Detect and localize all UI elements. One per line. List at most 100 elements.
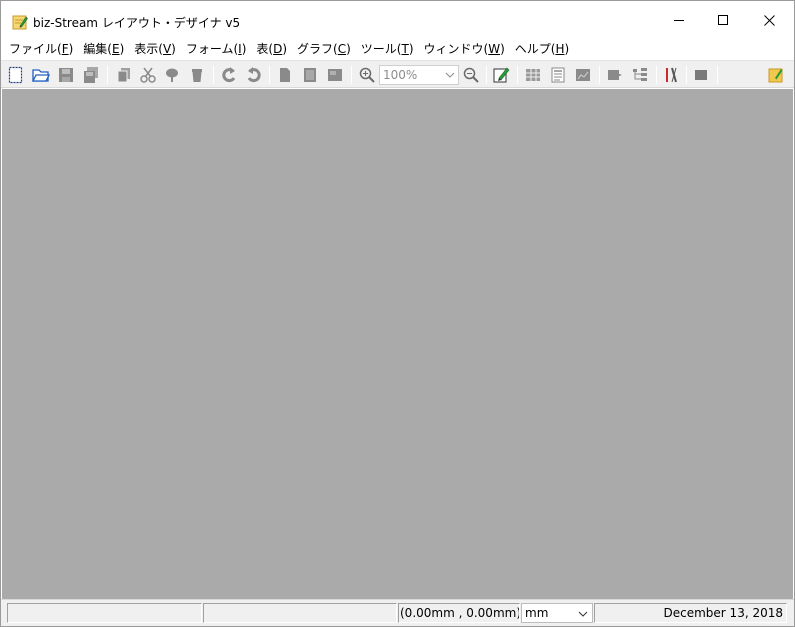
menu-form[interactable]: フォーム(I) xyxy=(181,40,252,59)
close-icon xyxy=(763,14,775,26)
stop-icon xyxy=(695,70,707,80)
toolbar-separator xyxy=(107,66,108,84)
zoom-in-button[interactable] xyxy=(357,65,377,85)
table-icon xyxy=(526,69,540,81)
menu-file-label: ファイル( xyxy=(9,42,62,56)
close-button[interactable] xyxy=(746,1,792,39)
cut-button[interactable] xyxy=(138,65,158,85)
zoom-select[interactable]: 100% xyxy=(379,65,459,85)
menu-tools[interactable]: ツール(T) xyxy=(356,40,419,59)
menu-file-accelerator: F xyxy=(61,42,69,56)
tools-button[interactable] xyxy=(661,65,681,85)
title-bar[interactable]: biz-Stream レイアウト・デザイナ v5 xyxy=(1,1,794,39)
shape-icon xyxy=(608,70,622,80)
text-block-button[interactable] xyxy=(548,65,568,85)
page-setup-icon xyxy=(304,68,316,82)
menu-edit-accelerator: E xyxy=(111,42,120,56)
menu-form-tail: ) xyxy=(241,42,247,56)
page-layout-button[interactable] xyxy=(325,65,345,85)
status-date: December 13, 2018 xyxy=(594,603,787,623)
chevron-down-icon xyxy=(444,69,456,84)
zoom-out-icon xyxy=(463,67,479,83)
minimize-button[interactable] xyxy=(656,1,702,39)
unit-value: mm xyxy=(525,606,549,620)
menu-window-label: ウィンドウ( xyxy=(423,42,489,56)
menu-view-tail: ) xyxy=(171,42,176,56)
app-icon xyxy=(12,14,28,30)
redo-button[interactable] xyxy=(244,65,264,85)
menu-window-tail: ) xyxy=(500,42,505,56)
status-panel-2 xyxy=(203,603,397,623)
chevron-down-icon xyxy=(577,607,589,625)
menu-tools-accelerator: T xyxy=(401,42,409,56)
page-layout-icon xyxy=(328,69,342,81)
toolbar-separator xyxy=(599,66,600,84)
menu-bar: ファイル(F) 編集(E) 表示(V) フォーム(I) 表(D) グラフ(C) … xyxy=(1,39,794,60)
menu-file[interactable]: ファイル(F) xyxy=(4,40,78,59)
menu-form-label: フォーム( xyxy=(185,42,239,56)
app-window: biz-Stream レイアウト・デザイナ v5 ファイル(F) 編集(E) 表… xyxy=(0,0,795,627)
table-button[interactable] xyxy=(523,65,543,85)
tools-icon xyxy=(666,67,677,83)
menu-view[interactable]: 表示(V) xyxy=(129,40,181,59)
save-all-icon xyxy=(84,67,98,83)
menu-help-tail: ) xyxy=(564,42,570,56)
undo-icon xyxy=(222,67,236,83)
open-folder-icon xyxy=(32,69,50,82)
menu-help[interactable]: ヘルプ(H) xyxy=(510,40,574,59)
paste-icon xyxy=(166,68,178,82)
maximize-icon xyxy=(717,14,728,25)
menu-graph-label: グラフ( xyxy=(297,42,338,56)
menu-table[interactable]: 表(D) xyxy=(251,40,292,59)
tree-button[interactable] xyxy=(630,65,650,85)
maximize-button[interactable] xyxy=(700,1,746,39)
delete-button[interactable] xyxy=(187,65,207,85)
cursor-coordinates: (0.00mm , 0.00mm) xyxy=(398,603,520,623)
menu-file-tail: ) xyxy=(68,42,74,56)
menu-graph[interactable]: グラフ(C) xyxy=(292,40,356,59)
zoom-in-icon xyxy=(359,67,375,83)
menu-tools-label: ツール( xyxy=(360,42,402,56)
menu-window[interactable]: ウィンドウ(W) xyxy=(419,40,510,59)
copy-icon xyxy=(117,68,130,83)
save-all-button[interactable] xyxy=(81,65,101,85)
unit-select[interactable]: mm xyxy=(521,603,593,623)
copy-button[interactable] xyxy=(114,65,134,85)
menu-help-label: ヘルプ( xyxy=(514,42,556,56)
menu-edit-tail: ) xyxy=(119,42,125,56)
minimize-icon xyxy=(673,19,684,21)
stop-button[interactable] xyxy=(691,65,711,85)
tree-icon xyxy=(633,68,647,81)
notes-button[interactable] xyxy=(766,65,786,85)
toolbar-separator xyxy=(269,66,270,84)
save-button[interactable] xyxy=(56,65,76,85)
toolbar-separator xyxy=(517,66,518,84)
menu-view-label: 表示( xyxy=(134,42,163,56)
toolbar-separator xyxy=(686,66,687,84)
menu-graph-tail: ) xyxy=(346,42,351,56)
menu-table-label: 表( xyxy=(256,42,274,56)
chart-block-button[interactable] xyxy=(573,65,593,85)
open-button[interactable] xyxy=(31,65,51,85)
design-workspace[interactable] xyxy=(2,89,793,599)
window-title: biz-Stream レイアウト・デザイナ v5 xyxy=(33,16,241,30)
shape-button[interactable] xyxy=(605,65,625,85)
page-button[interactable] xyxy=(275,65,295,85)
new-document-icon xyxy=(8,66,23,84)
save-icon xyxy=(59,68,73,82)
status-bar: (0.00mm , 0.00mm) mm December 13, 2018 xyxy=(1,599,794,626)
menu-window-accelerator: W xyxy=(488,42,501,56)
edit-button[interactable] xyxy=(491,65,511,85)
toolbar-separator xyxy=(486,66,487,84)
zoom-value: 100% xyxy=(383,68,418,82)
page-setup-button[interactable] xyxy=(300,65,320,85)
menu-edit-label: 編集( xyxy=(83,42,112,56)
undo-button[interactable] xyxy=(219,65,239,85)
chart-block-icon xyxy=(576,69,590,81)
menu-tools-tail: ) xyxy=(408,42,414,56)
menu-table-tail: ) xyxy=(282,42,288,56)
paste-button[interactable] xyxy=(162,65,182,85)
menu-edit[interactable]: 編集(E) xyxy=(78,40,129,59)
new-document-button[interactable] xyxy=(6,65,26,85)
zoom-out-button[interactable] xyxy=(461,65,481,85)
